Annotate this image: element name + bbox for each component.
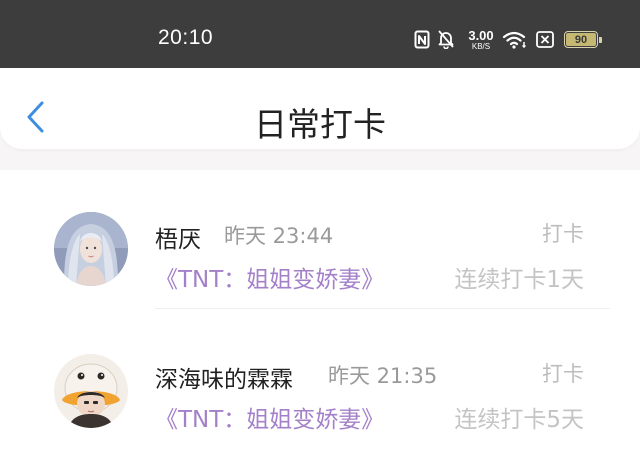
battery-level: 90 xyxy=(574,33,588,46)
battery-tip xyxy=(599,37,602,43)
user-name[interactable]: 深海味的霖霖 xyxy=(155,360,293,394)
divider xyxy=(155,308,610,309)
list-item[interactable]: 梧厌 昨天 23:44 打卡 《TNT：姐姐变娇妻》 连续打卡1天 xyxy=(0,170,640,310)
status-time: 20:10 xyxy=(158,26,214,49)
streak-text: 连续打卡5天 xyxy=(454,407,584,433)
avatar[interactable] xyxy=(54,354,128,428)
timestamp: 昨天 23:44 xyxy=(224,224,334,248)
page-title: 日常打卡 xyxy=(254,105,386,144)
avatar[interactable] xyxy=(54,212,128,286)
timestamp: 昨天 21:35 xyxy=(328,364,438,388)
streak-text: 连续打卡1天 xyxy=(454,267,584,293)
book-link[interactable]: 《TNT：姐姐变娇妻》 xyxy=(155,260,384,294)
checkin-tag: 打卡 xyxy=(542,222,584,246)
book-link[interactable]: 《TNT：姐姐变娇妻》 xyxy=(155,400,384,434)
mute-icon xyxy=(437,29,455,49)
checkin-list: 梧厌 昨天 23:44 打卡 《TNT：姐姐变娇妻》 连续打卡1天 深海味的霖霖… xyxy=(0,170,640,450)
page-header: 日常打卡 xyxy=(0,68,640,149)
network-speed-value: 3.00 xyxy=(468,28,494,43)
wifi-icon xyxy=(502,30,528,50)
checkin-tag: 打卡 xyxy=(542,362,584,386)
network-speed: 3.00 KB/S xyxy=(464,29,498,51)
battery-icon: 90 xyxy=(564,31,598,48)
battery-fill: 90 xyxy=(566,33,596,46)
sim-off-icon xyxy=(536,31,554,48)
nfc-icon xyxy=(414,30,430,49)
network-speed-unit: KB/S xyxy=(471,42,491,51)
status-bar: 20:10 3.00 KB/S 90 xyxy=(0,0,640,72)
user-name[interactable]: 梧厌 xyxy=(155,220,201,254)
list-item[interactable]: 深海味的霖霖 昨天 21:35 打卡 《TNT：姐姐变娇妻》 连续打卡5天 xyxy=(0,310,640,450)
